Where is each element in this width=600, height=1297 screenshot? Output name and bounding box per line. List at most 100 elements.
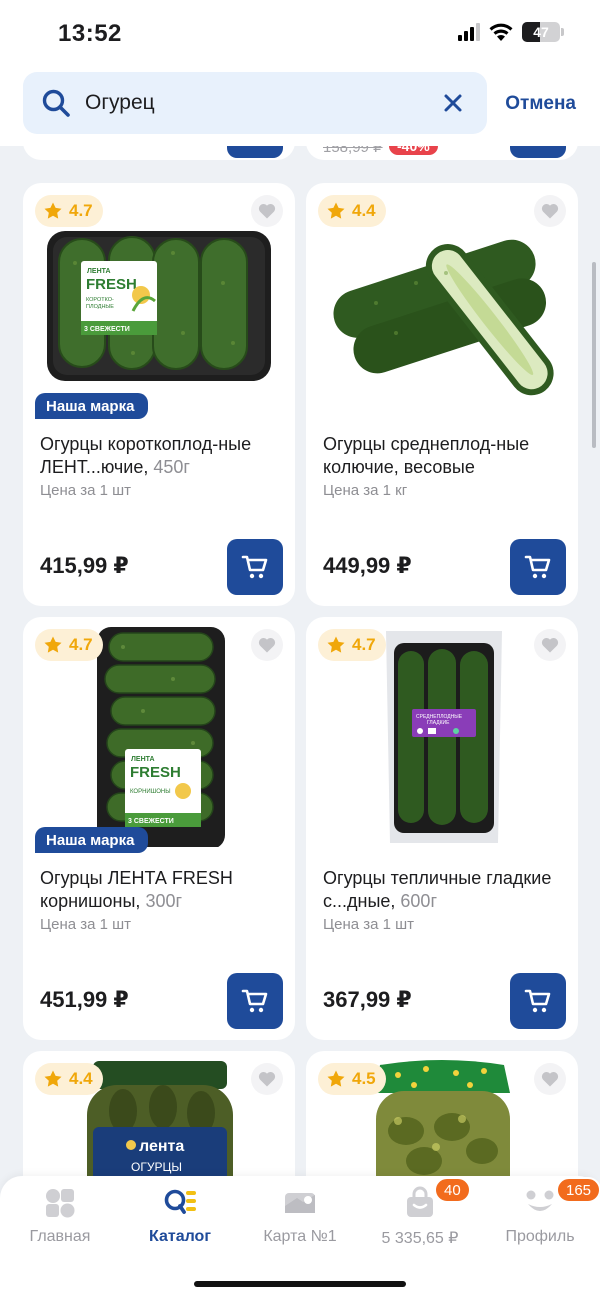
bottom-tab-bar: Главная Каталог Карта №1 40 5 335,65 ₽ 1… bbox=[0, 1176, 600, 1297]
pack-foot-text: 3 СВЕЖЕСТИ bbox=[128, 818, 174, 825]
favorite-button[interactable] bbox=[534, 1063, 566, 1095]
add-to-cart-button[interactable] bbox=[227, 146, 283, 158]
favorite-button[interactable] bbox=[251, 195, 283, 227]
add-to-cart-button[interactable] bbox=[227, 539, 283, 595]
rating-value: 4.4 bbox=[69, 1069, 93, 1088]
status-bar: 13:52 47 bbox=[0, 0, 600, 66]
cart-icon bbox=[524, 555, 551, 579]
status-time: 13:52 bbox=[58, 20, 122, 47]
star-icon bbox=[327, 202, 345, 219]
favorite-button[interactable] bbox=[251, 1063, 283, 1095]
product-weight: 300г bbox=[145, 891, 183, 911]
favorite-button[interactable] bbox=[534, 629, 566, 661]
tab-catalog[interactable]: Каталог bbox=[120, 1186, 240, 1246]
jar-label-text: ОГУРЦЫ bbox=[131, 1160, 182, 1174]
cart-icon bbox=[241, 989, 268, 1013]
wifi-icon bbox=[489, 23, 513, 41]
battery-level: 47 bbox=[533, 24, 549, 40]
rating-badge: 4.4 bbox=[318, 195, 386, 227]
product-title: Огурцы ЛЕНТА FRESH корнишоны, bbox=[40, 868, 233, 911]
product-card[interactable]: 4.4 Огурцы среднеплод-ные колючие, весов… bbox=[306, 183, 578, 606]
star-icon bbox=[327, 636, 345, 653]
rating-badge: 4.7 bbox=[318, 629, 386, 661]
rating-badge: 4.7 bbox=[35, 195, 103, 227]
add-to-cart-button[interactable] bbox=[227, 973, 283, 1029]
home-indicator[interactable] bbox=[194, 1281, 406, 1287]
loyalty-card-icon bbox=[285, 1193, 315, 1213]
rating-value: 4.4 bbox=[352, 201, 376, 220]
pack-foot-text: 3 СВЕЖЕСТИ bbox=[84, 326, 130, 333]
cart-icon bbox=[524, 989, 551, 1013]
own-brand-badge: Наша марка bbox=[35, 393, 149, 419]
cart-icon bbox=[241, 555, 268, 579]
product-card[interactable]: ЛЕНТА FRESH КОРОТКО- ПЛОДНЫЕ 3 СВЕЖЕСТИ … bbox=[23, 183, 295, 606]
cancel-button[interactable]: Отмена bbox=[505, 93, 576, 115]
catalog-icon bbox=[164, 1189, 196, 1214]
product-weight: 600г bbox=[400, 891, 438, 911]
product-card-partial-right[interactable]: 158,99 ₽ -40% bbox=[306, 146, 578, 160]
search-input[interactable] bbox=[85, 91, 415, 115]
star-icon bbox=[44, 636, 62, 653]
add-to-cart-button[interactable] bbox=[510, 146, 566, 158]
tab-label: Карта №1 bbox=[263, 1228, 337, 1245]
product-name[interactable]: Огурцы короткоплод-ные ЛЕНТ...ючие, 450г bbox=[40, 433, 285, 479]
profile-icon bbox=[526, 1190, 554, 1211]
pack-sub-text-2: ГЛАДКИЕ bbox=[427, 720, 450, 726]
heart-icon bbox=[541, 203, 559, 219]
pack-brand-text: ЛЕНТА bbox=[131, 756, 155, 763]
product-grid: 158,99 ₽ -40% ЛЕНТА FRESH КОРОТКО- ПЛОДН… bbox=[0, 146, 600, 1176]
pack-title-text: FRESH bbox=[86, 276, 137, 293]
tab-loyalty-card[interactable]: Карта №1 bbox=[240, 1186, 360, 1246]
status-icons: 47 bbox=[458, 22, 564, 42]
favorite-button[interactable] bbox=[251, 629, 283, 661]
pack-sub-text: КОРОТКО- bbox=[86, 297, 114, 303]
tab-label: Профиль bbox=[505, 1228, 575, 1245]
product-title: Огурцы тепличные гладкие с...дные, bbox=[323, 868, 552, 911]
product-name[interactable]: Огурцы ЛЕНТА FRESH корнишоны, 300г bbox=[40, 867, 285, 913]
clear-search-icon[interactable] bbox=[441, 91, 465, 115]
pack-title-text: FRESH bbox=[130, 764, 181, 781]
heart-icon bbox=[258, 1071, 276, 1087]
product-price: 451,99 ₽ bbox=[40, 987, 129, 1012]
tab-home[interactable]: Главная bbox=[0, 1186, 120, 1246]
price-unit: Цена за 1 шт bbox=[323, 916, 415, 933]
product-card-partial-left[interactable] bbox=[23, 146, 295, 160]
pack-brand-text: ЛЕНТА bbox=[87, 268, 111, 275]
cart-bag-icon bbox=[407, 1186, 433, 1217]
product-card[interactable]: 4.5 bbox=[306, 1051, 578, 1176]
heart-icon bbox=[541, 637, 559, 653]
jar-brand-text: лента bbox=[139, 1138, 184, 1155]
tab-label: Главная bbox=[29, 1228, 91, 1245]
star-icon bbox=[327, 1070, 345, 1087]
product-name[interactable]: Огурцы тепличные гладкие с...дные, 600г bbox=[323, 867, 568, 913]
rating-badge: 4.4 bbox=[35, 1063, 103, 1095]
product-card[interactable]: ЛЕНТА FRESH КОРНИШОНЫ 3 СВЕЖЕСТИ 4.7 Наш… bbox=[23, 617, 295, 1040]
product-price: 367,99 ₽ bbox=[323, 987, 412, 1012]
price-unit: Цена за 1 кг bbox=[323, 482, 408, 499]
product-card[interactable]: лента ОГУРЦЫ 4.4 bbox=[23, 1051, 295, 1176]
pack-sub-text-2: ПЛОДНЫЕ bbox=[86, 304, 114, 310]
heart-icon bbox=[541, 1071, 559, 1087]
tab-cart[interactable]: 40 5 335,65 ₽ bbox=[360, 1177, 480, 1248]
add-to-cart-button[interactable] bbox=[510, 539, 566, 595]
rating-value: 4.7 bbox=[352, 635, 376, 654]
discount-badge: -40% bbox=[389, 146, 438, 155]
rating-value: 4.5 bbox=[352, 1069, 376, 1088]
product-weight: 450г bbox=[153, 457, 190, 477]
rating-badge: 4.7 bbox=[35, 629, 103, 661]
tab-profile[interactable]: 165 Профиль bbox=[480, 1177, 600, 1246]
old-price: 158,99 ₽ bbox=[323, 146, 383, 156]
product-price: 415,99 ₽ bbox=[40, 553, 129, 578]
battery-icon: 47 bbox=[522, 22, 564, 42]
price-unit: Цена за 1 шт bbox=[40, 482, 132, 499]
product-name[interactable]: Огурцы среднеплод-ные колючие, весовые bbox=[323, 433, 568, 479]
profile-notification-badge: 165 bbox=[556, 1177, 600, 1203]
product-price: 449,99 ₽ bbox=[323, 553, 412, 578]
heart-icon bbox=[258, 203, 276, 219]
search-box[interactable] bbox=[23, 72, 487, 134]
product-card[interactable]: СРЕДНЕПЛОДНЫЕ ГЛАДКИЕ 4.7 Огурцы тепличн… bbox=[306, 617, 578, 1040]
add-to-cart-button[interactable] bbox=[510, 973, 566, 1029]
scrollbar[interactable] bbox=[592, 262, 596, 448]
favorite-button[interactable] bbox=[534, 195, 566, 227]
star-icon bbox=[44, 1070, 62, 1087]
